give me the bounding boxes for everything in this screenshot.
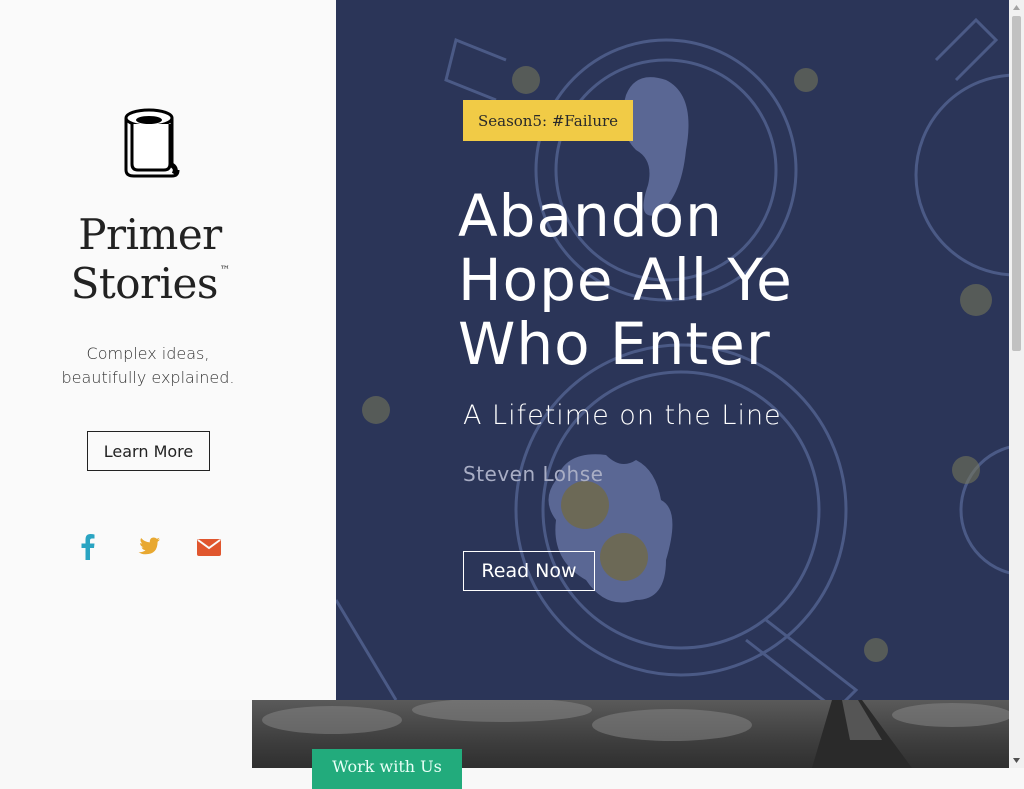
season-badge[interactable]: Season5: #Failure bbox=[463, 100, 633, 141]
scrollbar-thumb[interactable] bbox=[1012, 16, 1021, 351]
page-scrollbar[interactable] bbox=[1009, 0, 1024, 768]
brand-name[interactable]: Primer Stories ™ bbox=[0, 212, 300, 307]
story-title[interactable]: Abandon Hope All Ye Who Enter bbox=[458, 184, 978, 376]
tagline-line2: beautifully explained. bbox=[61, 368, 235, 387]
story-title-line3: Who Enter bbox=[458, 310, 771, 378]
envelope-icon[interactable] bbox=[195, 533, 223, 561]
work-with-us-button[interactable]: Work with Us bbox=[312, 749, 462, 789]
sidebar: Primer Stories ™ Complex ideas, beautiful… bbox=[0, 0, 336, 700]
scroll-up-arrow-icon[interactable] bbox=[1009, 0, 1024, 15]
story-title-line1: Abandon bbox=[458, 182, 723, 250]
hero-section: Season5: #Failure Abandon Hope All Ye Wh… bbox=[336, 0, 1009, 700]
read-now-button[interactable]: Read Now bbox=[463, 551, 595, 591]
brand-line2: Stories bbox=[70, 259, 219, 308]
learn-more-button[interactable]: Learn More bbox=[87, 431, 210, 471]
social-links bbox=[0, 533, 300, 563]
story-subtitle: A Lifetime on the Line bbox=[463, 400, 782, 431]
scroll-down-arrow-icon[interactable] bbox=[1009, 753, 1024, 768]
facebook-icon[interactable] bbox=[74, 533, 102, 561]
tagline: Complex ideas, beautifully explained. bbox=[0, 342, 296, 390]
tagline-line1: Complex ideas, bbox=[86, 344, 210, 363]
story-author[interactable]: Steven Lohse bbox=[463, 462, 603, 486]
twitter-icon[interactable] bbox=[134, 533, 162, 561]
trademark-symbol: ™ bbox=[219, 265, 230, 276]
paint-can-logo-icon[interactable] bbox=[118, 104, 182, 180]
brand-line1: Primer bbox=[78, 210, 222, 259]
story-title-line2: Hope All Ye bbox=[458, 246, 793, 314]
